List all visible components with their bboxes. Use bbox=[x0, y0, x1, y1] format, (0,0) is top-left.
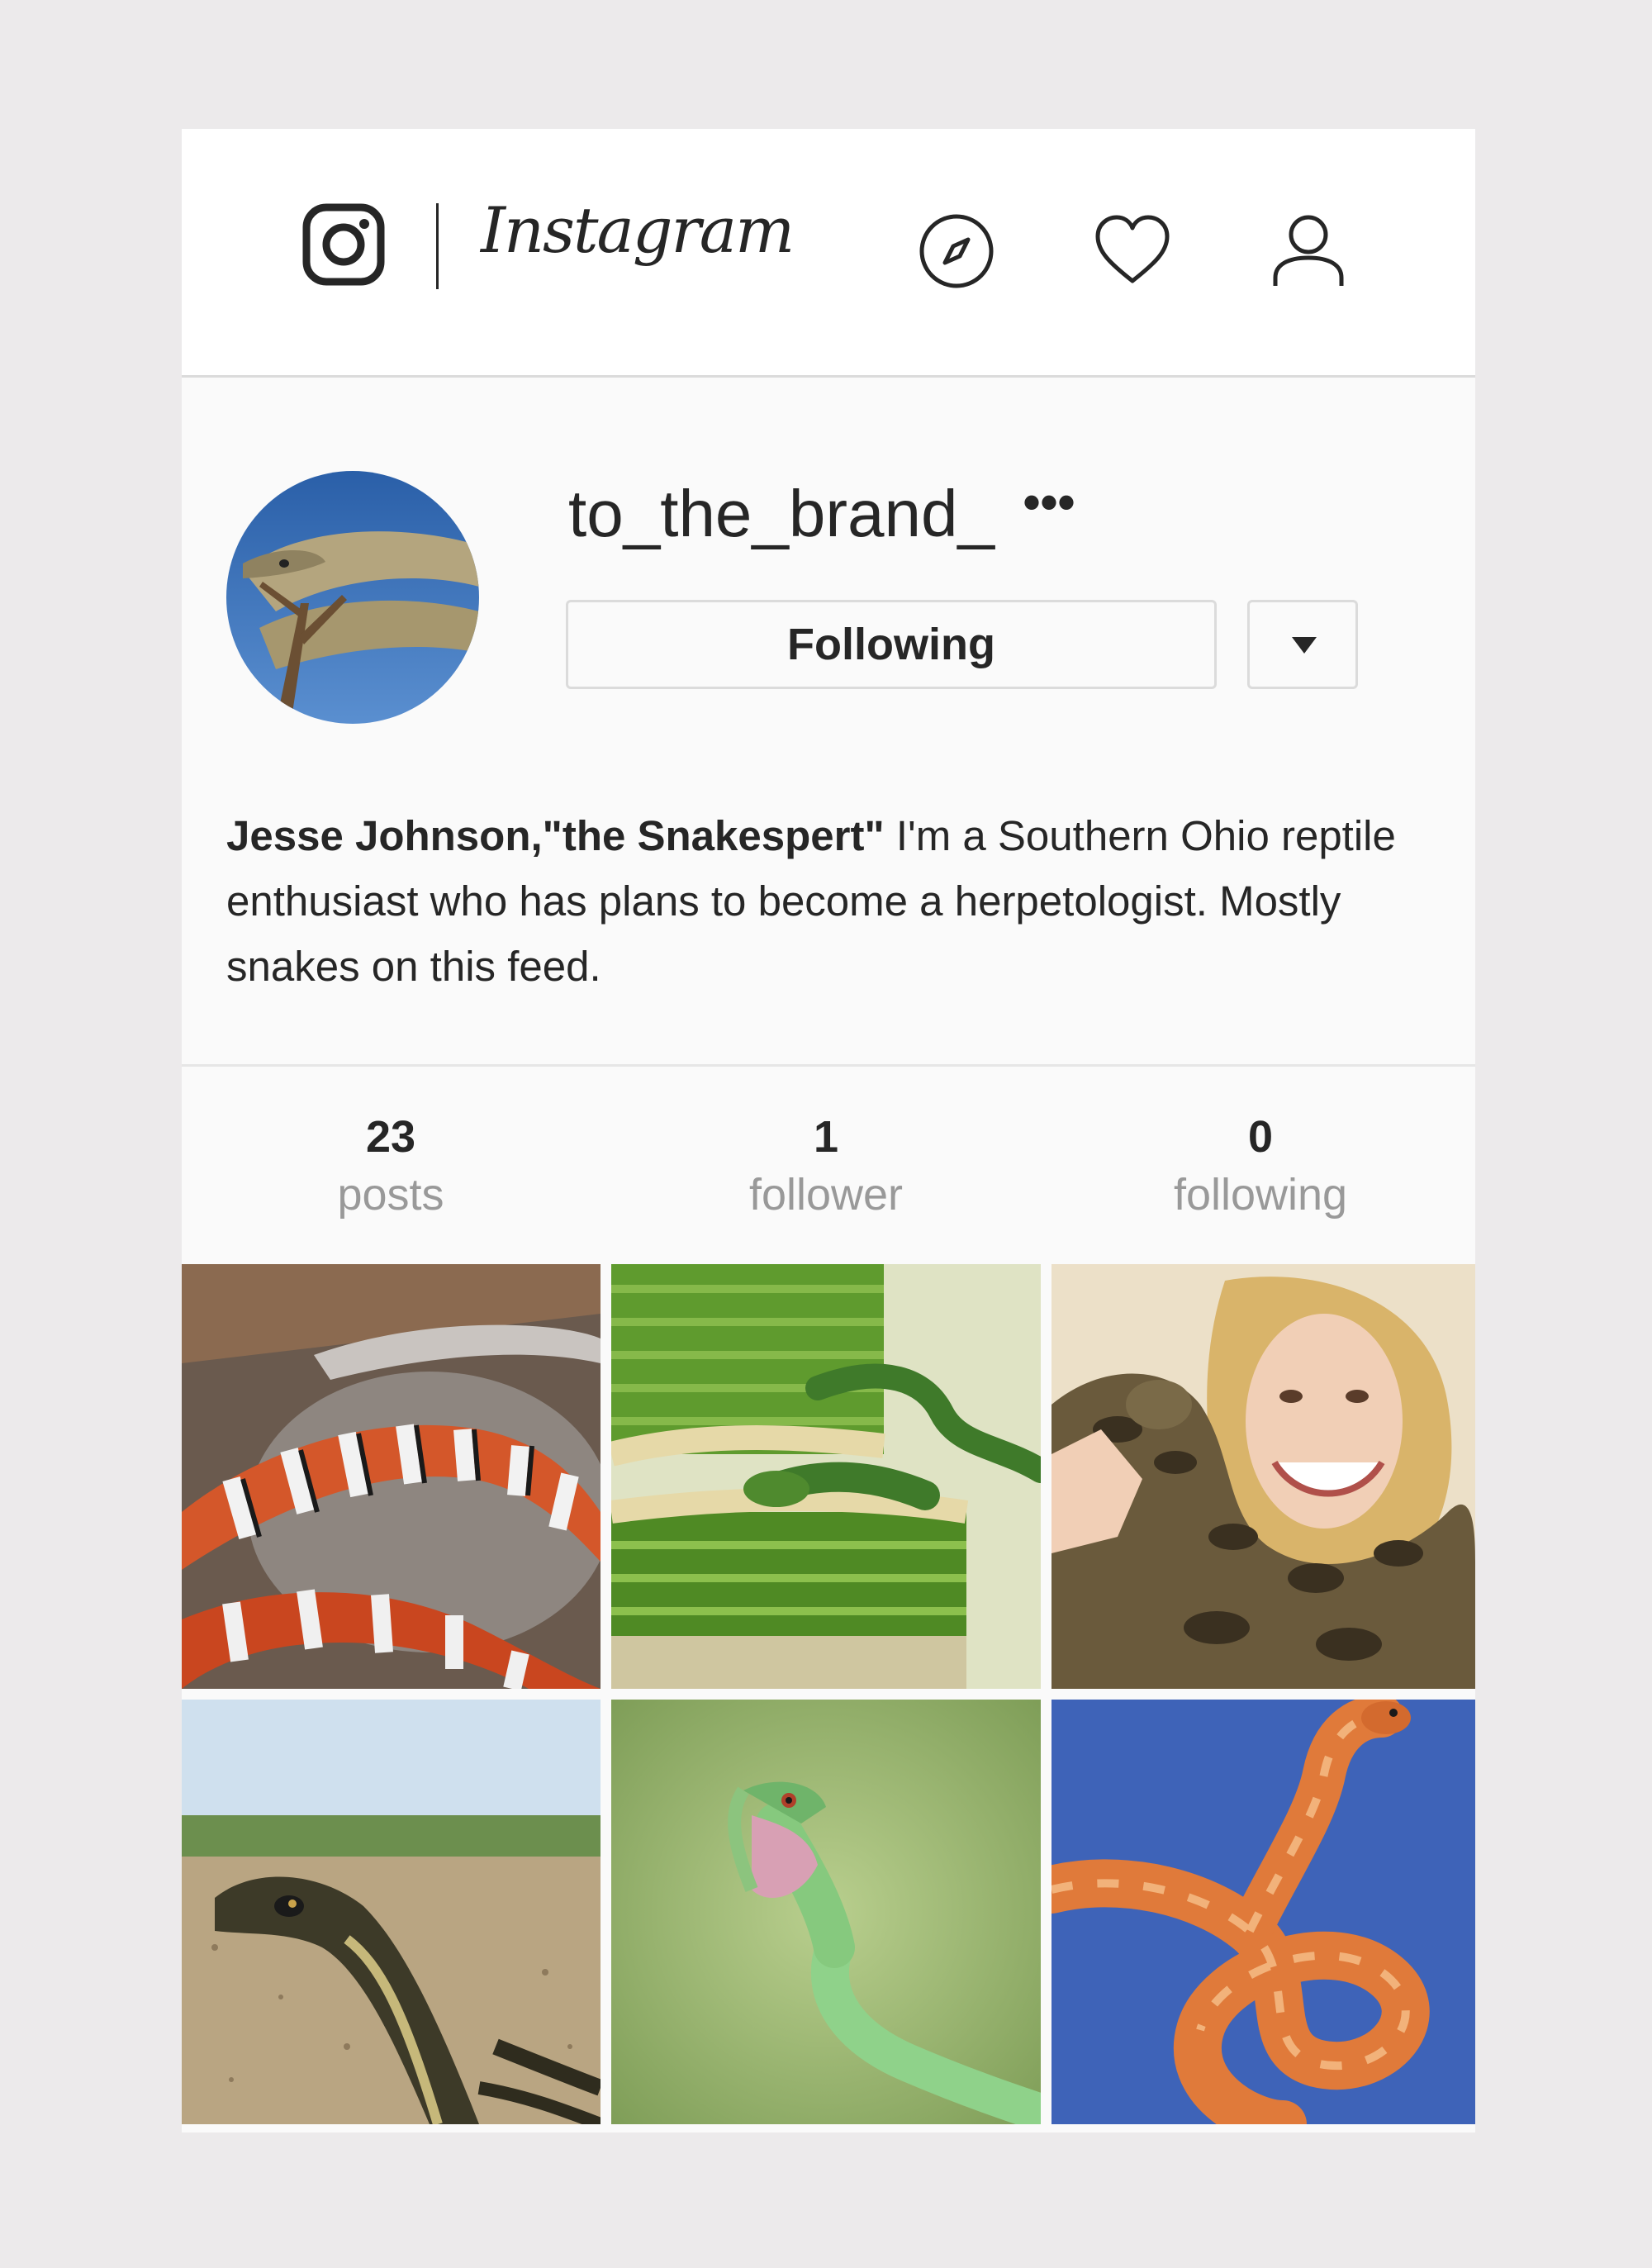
following-count[interactable]: 0 following bbox=[1095, 1108, 1426, 1224]
suggestions-dropdown-button[interactable] bbox=[1247, 600, 1358, 689]
posts-label: posts bbox=[337, 1170, 444, 1220]
followers-count[interactable]: 1 follower bbox=[661, 1108, 991, 1224]
top-nav-bar: Instagram bbox=[182, 129, 1475, 378]
more-options-button[interactable]: ••• bbox=[1018, 478, 1080, 534]
profile-stats: 23 posts 1 follower 0 following bbox=[182, 1064, 1475, 1265]
header-divider bbox=[436, 203, 439, 289]
post-thumbnail[interactable] bbox=[611, 1700, 1041, 2124]
post-thumbnail[interactable] bbox=[182, 1700, 601, 2124]
post-thumbnail[interactable] bbox=[611, 1264, 1041, 1689]
followers-number: 1 bbox=[813, 1112, 839, 1162]
post-thumbnail[interactable] bbox=[1051, 1700, 1475, 2124]
bio-name: Jesse Johnson,"the Snakespert" bbox=[226, 812, 885, 859]
following-label: following bbox=[1173, 1170, 1348, 1220]
profile-screen: Instagram to_the_brand_ ••• Following Je… bbox=[182, 129, 1475, 2132]
following-number: 0 bbox=[1247, 1112, 1274, 1162]
caret-down-icon bbox=[1292, 637, 1317, 654]
posts-count: 23 posts bbox=[225, 1108, 556, 1224]
instagram-glyph-icon[interactable] bbox=[302, 203, 385, 286]
heart-icon[interactable] bbox=[1093, 212, 1172, 291]
avatar[interactable] bbox=[226, 471, 479, 724]
followers-label: follower bbox=[748, 1170, 904, 1220]
profile-icon[interactable] bbox=[1269, 212, 1348, 291]
post-thumbnail[interactable] bbox=[1051, 1264, 1475, 1689]
following-button[interactable]: Following bbox=[566, 600, 1217, 689]
posts-number: 23 bbox=[365, 1112, 416, 1162]
profile-username: to_the_brand_ bbox=[568, 477, 995, 550]
instagram-wordmark[interactable]: Instagram bbox=[481, 193, 795, 267]
compass-icon[interactable] bbox=[917, 212, 996, 291]
post-thumbnail[interactable] bbox=[182, 1264, 601, 1689]
profile-bio: Jesse Johnson,"the Snakespert" I'm a Sou… bbox=[226, 803, 1432, 999]
